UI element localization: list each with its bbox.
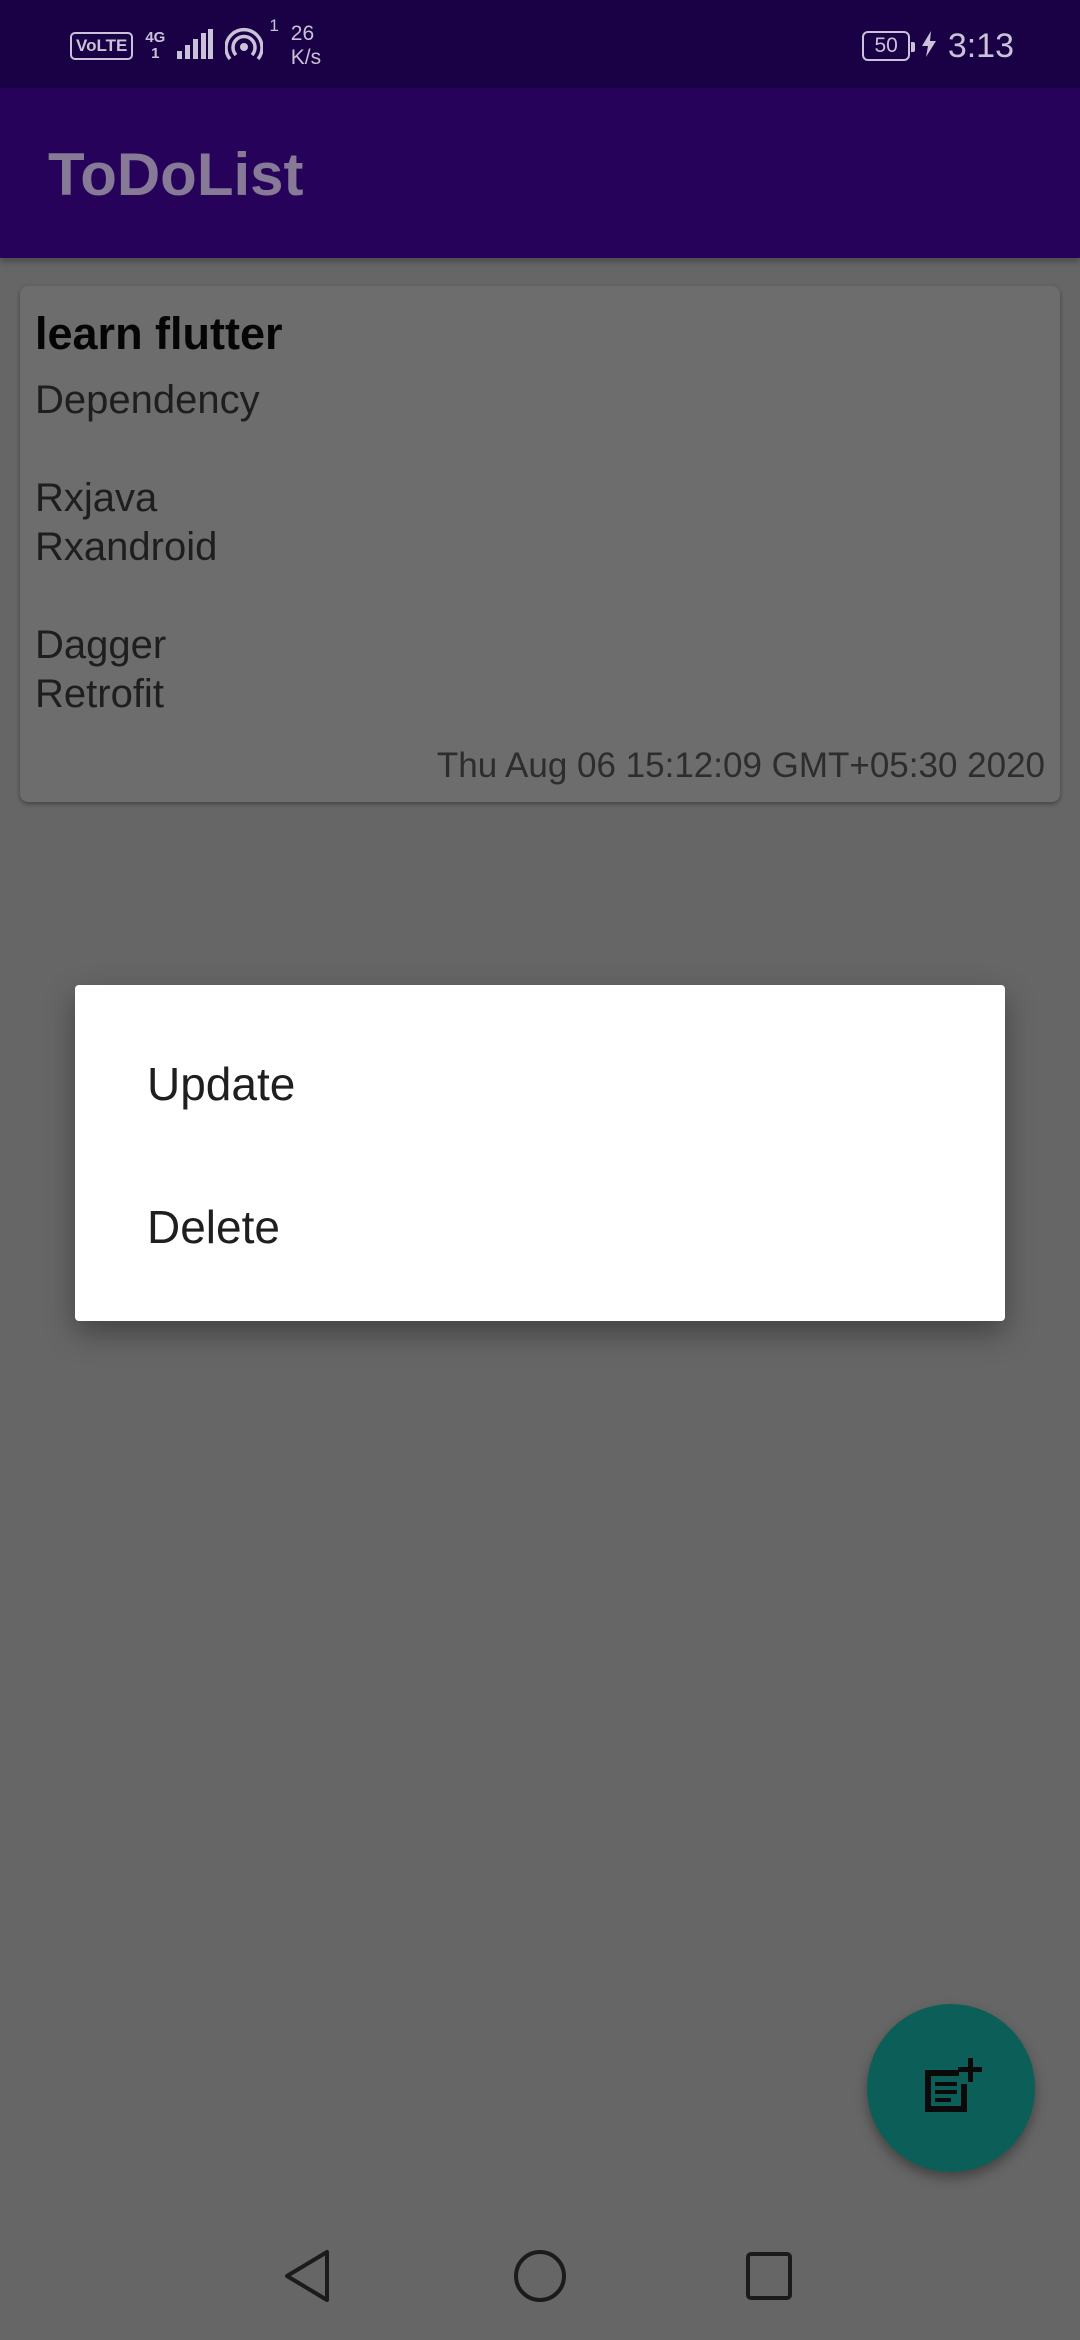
todo-description: Dependency Rxjava Rxandroid Dagger Retro… xyxy=(35,378,260,716)
network-type: 4G 1 xyxy=(145,30,165,62)
app-title: ToDoList xyxy=(48,141,304,208)
signal-strength-icon xyxy=(177,28,214,64)
screen: VoLTE 4G 1 1 26 K/s 50 3:13 ToDoList lea… xyxy=(0,0,1080,2340)
battery-level: 50 xyxy=(874,34,898,57)
back-icon[interactable] xyxy=(283,2248,333,2309)
todo-card[interactable]: learn flutter Dependency Rxjava Rxandroi… xyxy=(20,286,1060,802)
clock: 3:13 xyxy=(947,26,1014,65)
todo-title: learn flutter xyxy=(35,308,283,359)
status-bar: VoLTE 4G 1 1 26 K/s 50 3:13 xyxy=(0,0,1080,88)
note-add-icon xyxy=(919,2054,983,2123)
update-option[interactable]: Update xyxy=(147,1057,927,1111)
hotspot-count: 1 xyxy=(269,16,279,35)
battery-icon: 50 xyxy=(862,31,916,61)
network-sim-label: 1 xyxy=(151,45,160,62)
status-right: 50 3:13 xyxy=(862,18,1014,74)
todo-date: Thu Aug 06 15:12:09 GMT+05:30 2020 xyxy=(436,746,1045,785)
network-type-label: 4G xyxy=(145,29,166,46)
recent-apps-icon[interactable] xyxy=(744,2248,794,2309)
navigation-bar xyxy=(0,2196,1080,2340)
status-left: VoLTE 4G 1 1 26 K/s xyxy=(70,16,321,74)
context-menu-dialog: Update Delete xyxy=(75,985,1005,1321)
network-speed-value: 26 xyxy=(290,22,315,45)
add-todo-button[interactable] xyxy=(867,2004,1035,2172)
app-bar: ToDoList xyxy=(0,88,1080,258)
hotspot-icon xyxy=(224,27,265,66)
delete-option[interactable]: Delete xyxy=(147,1200,927,1254)
volte-indicator: VoLTE xyxy=(70,32,134,60)
network-speed: 26 K/s xyxy=(291,22,321,70)
home-icon[interactable] xyxy=(512,2248,568,2309)
network-speed-unit: K/s xyxy=(290,46,322,69)
charging-icon xyxy=(921,30,936,62)
